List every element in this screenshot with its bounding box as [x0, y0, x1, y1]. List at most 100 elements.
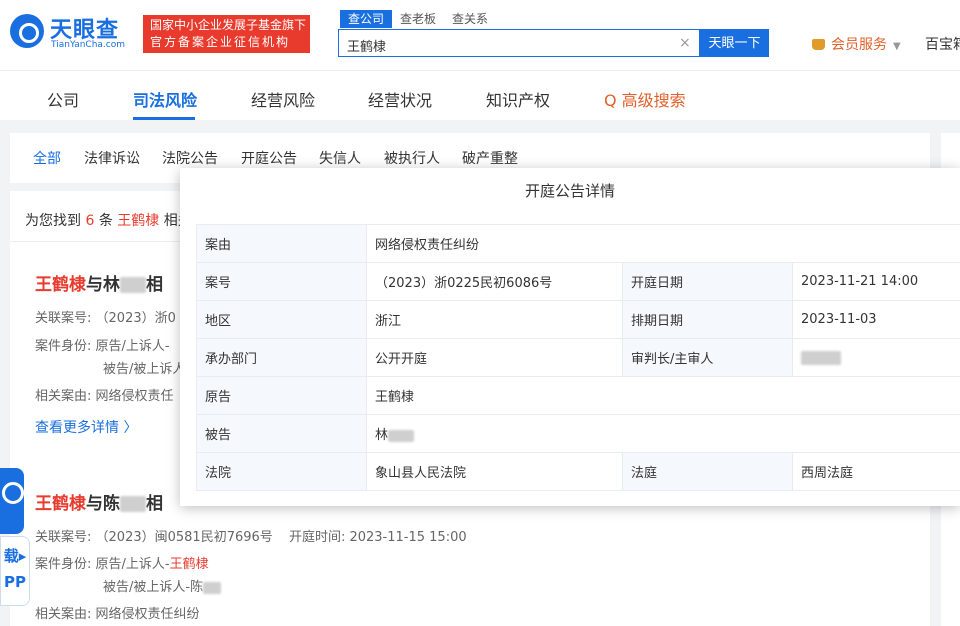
meta-label: 相关案由:: [35, 389, 92, 404]
meta-label: 开庭时间:: [288, 530, 346, 545]
case-title[interactable]: 王鹤棣与陈 相: [35, 489, 163, 514]
modal-title: 开庭公告详情: [524, 182, 615, 200]
redacted-name: [203, 581, 222, 594]
defendant-name: 林: [375, 428, 389, 443]
main-nav: 公司 司法风险 经营风险 经营状况 知识产权 Q 高级搜索: [0, 70, 960, 120]
field-label: 被告: [196, 414, 367, 453]
tianyancha-logo[interactable]: 天眼查 TianYanCha.com: [10, 12, 134, 52]
case-title-name: 王鹤棣: [35, 494, 86, 514]
slogan-banner: 国家中小企业发展子基金旗下 官方备案企业征信机构: [143, 15, 310, 53]
meta-label: 关联案号:: [35, 311, 92, 326]
table-row: 案号 （2023）浙0225民初6086号 开庭日期 2023-11-21 14…: [196, 262, 960, 301]
result-count-keyword: 王鹤棣: [117, 213, 160, 229]
app-download-text: 载▸ PP: [3, 547, 27, 591]
subtab-all[interactable]: 全部: [33, 148, 61, 168]
field-label: 原告: [196, 376, 367, 415]
subtab-litigation[interactable]: 法律诉讼: [84, 148, 140, 168]
field-value: 西周法庭: [791, 452, 960, 491]
search-input[interactable]: 王鹤棣 ×: [338, 29, 700, 57]
field-value: 2023-11-21 14:00: [791, 262, 960, 301]
active-nav-underline: [133, 117, 195, 120]
subtab-hearing-notice[interactable]: 开庭公告: [241, 148, 297, 168]
search-button[interactable]: 天眼一下: [700, 29, 769, 57]
field-value: 2023-11-03: [791, 300, 960, 339]
table-row: 承办部门 公开开庭 审判长/主审人: [196, 338, 960, 377]
meta-value: （2023）浙0: [95, 311, 176, 326]
field-label: 地区: [196, 300, 367, 339]
case-title-tail: 相: [146, 494, 163, 514]
detail-table: 案由 网络侵权责任纠纷 案号 （2023）浙0225民初6086号 开庭日期 2…: [196, 224, 960, 491]
subtab-court-notice[interactable]: 法院公告: [162, 148, 218, 168]
table-row: 地区 浙江 排期日期 2023-11-03: [196, 300, 960, 339]
field-label: 开庭日期: [622, 262, 793, 301]
redacted-name: [388, 429, 415, 442]
slogan-line-1: 国家中小企业发展子基金旗下: [150, 18, 307, 32]
case-role-defendant: 被告/被上诉人-陈: [103, 576, 222, 595]
chevron-down-icon: ▼: [893, 41, 901, 52]
meta-value: 原告/上诉人-: [95, 557, 170, 572]
case-title-mid: 与林: [86, 275, 120, 295]
member-service-label: 会员服务: [831, 37, 887, 53]
field-value: 象山县人民法院: [366, 452, 623, 491]
case-role: 案件身份: 原告/上诉人-: [35, 335, 170, 354]
field-value: 浙江: [366, 300, 623, 339]
toolbox-menu[interactable]: 百宝箱: [925, 34, 960, 54]
logo-eye-icon: [10, 14, 44, 48]
nav-judicial-risk[interactable]: 司法风险: [133, 87, 197, 111]
field-value: 林: [365, 414, 960, 453]
subtab-dishonest[interactable]: 失信人: [319, 148, 361, 168]
table-row: 原告 王鹤棣: [196, 376, 960, 415]
table-row: 法院 象山县人民法院 法庭 西周法庭: [196, 452, 960, 491]
field-label: 法院: [196, 452, 367, 491]
meta-label: 关联案号:: [35, 530, 92, 545]
tab-search-relation[interactable]: 查关系: [444, 10, 496, 28]
logo-domain: TianYanCha.com: [51, 40, 126, 50]
clear-icon[interactable]: ×: [679, 35, 691, 51]
related-cause: 相关案由: 网络侵权责任: [35, 385, 174, 404]
nav-advanced-search[interactable]: Q 高级搜索: [604, 87, 686, 111]
meta-label: 相关案由:: [35, 607, 92, 622]
field-value: 公开开庭: [366, 338, 623, 377]
field-label: 法庭: [622, 452, 793, 491]
case-title-name: 王鹤棣: [35, 275, 86, 295]
tab-search-company[interactable]: 查公司: [340, 10, 393, 28]
meta-value: 网络侵权责任纠纷: [95, 607, 200, 622]
case-title-tail: 相: [146, 275, 163, 295]
app-download-banner[interactable]: 载▸ PP: [0, 536, 30, 606]
meta-value-highlight: 王鹤棣: [169, 557, 209, 572]
field-value: 王鹤棣: [365, 376, 960, 415]
tab-search-boss[interactable]: 查老板: [392, 10, 444, 28]
nav-ip[interactable]: 知识产权: [486, 87, 550, 111]
case-role-defendant: 被告/被上诉人-: [103, 362, 191, 377]
member-service-menu[interactable]: 会员服务 ▼: [812, 34, 901, 54]
subtab-bankruptcy[interactable]: 破产重整: [462, 148, 518, 168]
result-count-unit: 条: [98, 213, 113, 229]
slogan-line-2: 官方备案企业征信机构: [150, 35, 291, 49]
field-value: 网络侵权责任纠纷: [365, 224, 960, 263]
app-download-icon[interactable]: [0, 468, 24, 534]
nav-operating-status[interactable]: 经营状况: [368, 87, 432, 111]
search-input-value: 王鹤棣: [347, 40, 387, 55]
subtab-executed[interactable]: 被执行人: [384, 148, 440, 168]
meta-value: 网络侵权责任: [95, 389, 174, 404]
redacted-name: [120, 277, 146, 293]
case-role: 案件身份: 原告/上诉人-王鹤棣: [35, 553, 209, 572]
field-value: （2023）浙0225民初6086号: [366, 262, 623, 301]
case-title[interactable]: 王鹤棣与林 相: [35, 270, 163, 295]
redacted-name: [801, 350, 841, 365]
case-title-mid: 与陈: [86, 494, 120, 514]
top-header: 天眼查 TianYanCha.com 国家中小企业发展子基金旗下 官方备案企业征…: [0, 0, 960, 70]
field-label: 案由: [196, 224, 367, 263]
related-case-number: 关联案号: （2023）浙0: [35, 307, 176, 326]
table-row: 被告 林: [196, 414, 960, 453]
nav-company[interactable]: 公司: [47, 87, 79, 111]
table-row: 案由 网络侵权责任纠纷: [196, 224, 960, 263]
related-case-number: 关联案号: （2023）闽0581民初7696号 开庭时间: 2023-11-1…: [35, 526, 467, 545]
field-label: 承办部门: [196, 338, 367, 377]
nav-operating-risk[interactable]: 经营风险: [251, 87, 315, 111]
result-count-prefix: 为您找到: [25, 213, 81, 229]
field-value-redacted: [791, 338, 960, 377]
view-more-link[interactable]: 查看更多详情 〉: [35, 417, 137, 437]
meta-value: 被告/被上诉人-陈: [103, 580, 204, 595]
field-label: 排期日期: [622, 300, 793, 339]
